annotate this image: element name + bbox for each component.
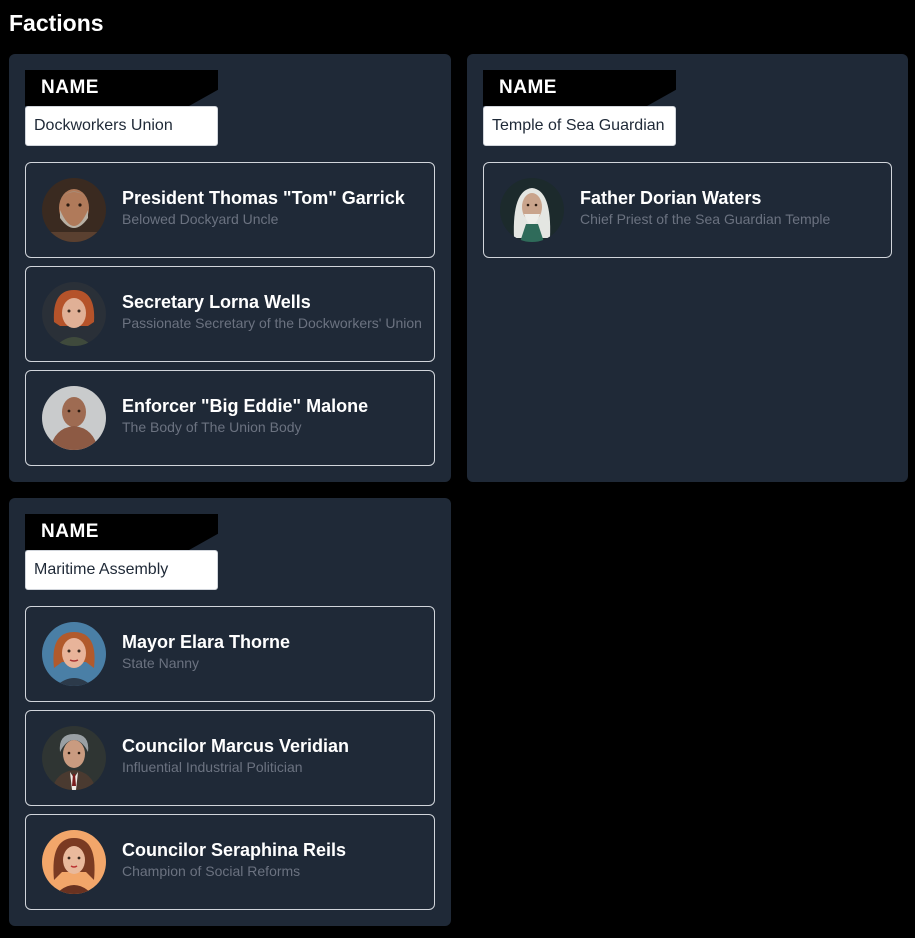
member-title: Belowed Dockyard Uncle [122,211,279,227]
member-card[interactable]: Councilor Marcus Veridian Influential In… [25,710,435,806]
member-name: Mayor Elara Thorne [122,632,291,652]
faction-panel-temple-of-sea-guardian: NAME Father Dorian Waters Chief Priest o… [467,54,908,482]
member-card[interactable]: Secretary Lorna Wells Passionate Secreta… [25,266,435,362]
member-name: Councilor Marcus Veridian [122,736,350,756]
member-title: The Body of The Union Body [122,419,302,435]
member-name: Councilor Seraphina Reils [122,840,347,860]
faction-name-input[interactable] [25,106,218,146]
name-tab: NAME [25,514,218,550]
name-tab-label: NAME [41,77,99,98]
portrait-grey-haired-man-suit-icon [42,726,106,790]
portrait-bald-muscular-man-icon [42,386,106,450]
member-name: Father Dorian Waters [580,188,762,208]
member-card[interactable]: Councilor Seraphina Reils Champion of So… [25,814,435,910]
portrait-auburn-haired-woman-icon [42,622,106,686]
name-tab-label: NAME [499,77,557,98]
faction-panel-maritime-assembly: NAME Mayor Elara Thorne State Nanny [9,498,451,926]
member-name: President Thomas "Tom" Garrick [122,188,405,208]
member-name: Secretary Lorna Wells [122,292,311,312]
name-tab: NAME [483,70,676,106]
name-tab: NAME [25,70,218,106]
member-title: State Nanny [122,655,200,671]
name-tab-label: NAME [41,521,99,542]
member-name: Enforcer "Big Eddie" Malone [122,396,369,416]
member-card[interactable]: Mayor Elara Thorne State Nanny [25,606,435,702]
member-card[interactable]: Enforcer "Big Eddie" Malone The Body of … [25,370,435,466]
faction-panel-dockworkers-union: NAME President Thomas "Tom" Garrick Belo… [9,54,451,482]
faction-name-input[interactable] [483,106,676,146]
member-title: Influential Industrial Politician [122,759,303,775]
member-card[interactable]: Father Dorian Waters Chief Priest of the… [483,162,892,258]
portrait-brown-haired-woman-icon [42,830,106,894]
member-title: Chief Priest of the Sea Guardian Temple [580,211,831,227]
member-title: Champion of Social Reforms [122,863,301,879]
member-card[interactable]: President Thomas "Tom" Garrick Belowed D… [25,162,435,258]
portrait-old-bearded-man-icon [42,178,106,242]
member-title: Passionate Secretary of the Dockworkers'… [122,315,422,331]
portrait-white-haired-priest-icon [500,178,564,242]
faction-name-input[interactable] [25,550,218,590]
portrait-red-haired-woman-icon [42,282,106,346]
page-title: Factions [9,10,104,36]
